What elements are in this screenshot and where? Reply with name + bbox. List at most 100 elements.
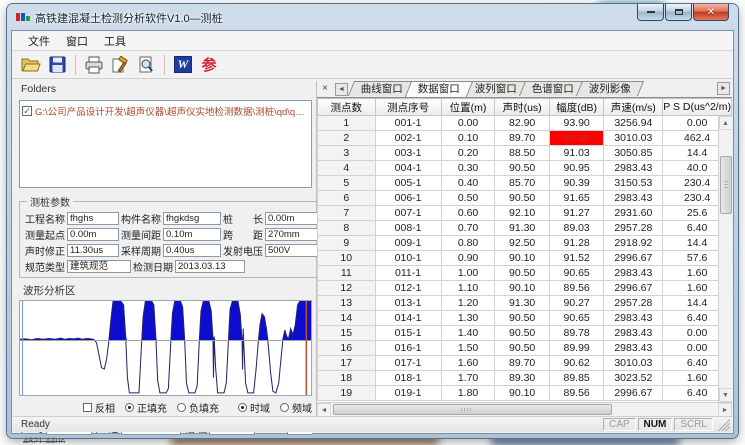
tab-数据窗口[interactable]: 数据窗口: [405, 81, 473, 97]
table-cell[interactable]: 88.50: [495, 146, 549, 161]
table-cell[interactable]: 3150.53: [604, 176, 663, 191]
table-cell[interactable]: 3010.03: [604, 131, 663, 146]
table-cell[interactable]: 2983.43: [604, 326, 663, 341]
table-cell[interactable]: 1.70: [441, 371, 495, 386]
param-value-field[interactable]: 0.10m: [163, 228, 221, 241]
table-cell[interactable]: 89.85: [549, 371, 604, 386]
table-cell[interactable]: 018-1: [375, 371, 441, 386]
table-cell[interactable]: 0.20: [441, 146, 495, 161]
table-row[interactable]: 1001-10.0082.9093.903256.940.00: [318, 116, 732, 131]
table-cell[interactable]: 003-1: [375, 146, 441, 161]
table-cell[interactable]: 91.30: [495, 221, 549, 236]
table-cell[interactable]: 2983.43: [604, 191, 663, 206]
table-cell[interactable]: 004-1: [375, 161, 441, 176]
table-row[interactable]: 5005-10.4085.7090.393150.53230.4: [318, 176, 732, 191]
table-row[interactable]: 10010-10.9090.1091.522996.6757.6: [318, 251, 732, 266]
param-value-field[interactable]: 270mm: [265, 228, 321, 241]
table-row[interactable]: 17017-11.6089.7090.623010.036.40: [318, 356, 732, 371]
process-button[interactable]: [107, 53, 133, 77]
table-cell[interactable]: 011-1: [375, 266, 441, 281]
word-export-button[interactable]: W: [170, 53, 196, 77]
table-cell[interactable]: 90.65: [549, 266, 604, 281]
horizontal-scroll-thumb[interactable]: [333, 404, 612, 415]
table-cell[interactable]: 1.20: [441, 296, 495, 311]
table-row[interactable]: 11011-11.0090.5090.652983.431.60: [318, 266, 732, 281]
table-cell[interactable]: 91.52: [549, 251, 604, 266]
radio-fill[interactable]: [177, 403, 186, 412]
table-row[interactable]: 4004-10.3090.5090.952983.4340.0: [318, 161, 732, 176]
table-cell[interactable]: 90.65: [549, 311, 604, 326]
table-cell[interactable]: 8: [318, 221, 376, 236]
table-cell[interactable]: 12: [318, 281, 376, 296]
table-row[interactable]: 15015-11.4090.5089.782983.430.00: [318, 326, 732, 341]
menu-item[interactable]: 文件: [20, 31, 58, 51]
table-cell[interactable]: 2957.28: [604, 221, 663, 236]
table-cell[interactable]: 0.70: [441, 221, 495, 236]
vertical-scrollbar[interactable]: ▲ ▼: [718, 116, 732, 402]
table-cell[interactable]: 007-1: [375, 206, 441, 221]
table-cell[interactable]: 017-1: [375, 356, 441, 371]
table-cell[interactable]: 92.50: [495, 236, 549, 251]
table-cell[interactable]: 1.50: [441, 341, 495, 356]
table-row[interactable]: 6006-10.5090.5091.652983.43230.4: [318, 191, 732, 206]
table-cell[interactable]: 89.56: [549, 386, 604, 401]
tab-波列影像[interactable]: 波列影像: [576, 81, 644, 96]
table-cell[interactable]: 82.90: [495, 116, 549, 131]
table-cell[interactable]: 90.39: [549, 176, 604, 191]
table-cell[interactable]: 015-1: [375, 326, 441, 341]
table-cell[interactable]: 0.50: [441, 191, 495, 206]
table-cell[interactable]: 90.50: [495, 191, 549, 206]
param-value-field[interactable]: 500V: [265, 244, 321, 257]
table-cell[interactable]: 89.70: [495, 356, 549, 371]
table-cell[interactable]: 90.10: [495, 251, 549, 266]
param-value-field[interactable]: fhgkdsg: [163, 212, 221, 225]
table-cell[interactable]: 90.50: [495, 266, 549, 281]
table-cell[interactable]: 86.80: [549, 131, 604, 146]
table-cell[interactable]: 006-1: [375, 191, 441, 206]
table-cell[interactable]: 2983.43: [604, 341, 663, 356]
vertical-scroll-thumb[interactable]: [720, 156, 732, 214]
table-cell[interactable]: 2931.60: [604, 206, 663, 221]
table-cell[interactable]: 0.60: [441, 206, 495, 221]
table-cell[interactable]: 2957.28: [604, 296, 663, 311]
table-cell[interactable]: 2996.67: [604, 251, 663, 266]
minimize-button[interactable]: [637, 4, 664, 21]
table-cell[interactable]: 90.27: [549, 296, 604, 311]
table-cell[interactable]: 010-1: [375, 251, 441, 266]
radio-domain[interactable]: [280, 403, 289, 412]
table-row[interactable]: 2002-10.1089.7086.803010.03462.4: [318, 131, 732, 146]
table-cell[interactable]: 17: [318, 356, 376, 371]
parameters-button[interactable]: 参: [196, 53, 222, 77]
table-cell[interactable]: 90.95: [549, 161, 604, 176]
table-cell[interactable]: 2: [318, 131, 376, 146]
param-value-field[interactable]: 0.00m: [67, 228, 119, 241]
table-cell[interactable]: 3023.52: [604, 371, 663, 386]
table-cell[interactable]: 005-1: [375, 176, 441, 191]
table-cell[interactable]: 9: [318, 236, 376, 251]
column-header[interactable]: 位置(m): [441, 99, 495, 116]
table-cell[interactable]: 008-1: [375, 221, 441, 236]
scroll-left-icon[interactable]: ◄: [317, 403, 331, 417]
table-row[interactable]: 9009-10.8092.5091.282918.9214.4: [318, 236, 732, 251]
table-cell[interactable]: 2983.43: [604, 311, 663, 326]
column-header[interactable]: 幅度(dB): [549, 99, 604, 116]
table-cell[interactable]: 1.60: [441, 356, 495, 371]
param-value-field[interactable]: 0.40us: [163, 244, 221, 257]
table-cell[interactable]: 89.30: [495, 371, 549, 386]
table-row[interactable]: 18018-11.7089.3089.853023.521.60: [318, 371, 732, 386]
table-cell[interactable]: 18: [318, 371, 376, 386]
column-header[interactable]: 声时(us): [495, 99, 549, 116]
table-cell[interactable]: 89.70: [495, 131, 549, 146]
table-cell[interactable]: 91.03: [549, 146, 604, 161]
table-row[interactable]: 14014-11.3090.5090.652983.436.40: [318, 311, 732, 326]
table-row[interactable]: 12012-11.1090.1089.562996.671.60: [318, 281, 732, 296]
table-cell[interactable]: 0.40: [441, 176, 495, 191]
table-row[interactable]: 13013-11.2091.3090.272957.2814.4: [318, 296, 732, 311]
param-value-field[interactable]: 2013.03.13: [175, 260, 245, 273]
print-button[interactable]: [81, 53, 107, 77]
close-button[interactable]: ✕: [693, 4, 729, 21]
table-cell[interactable]: 7: [318, 206, 376, 221]
table-cell[interactable]: 009-1: [375, 236, 441, 251]
tab-scroll-left-icon[interactable]: ◄: [335, 83, 348, 96]
scroll-down-icon[interactable]: ▼: [719, 388, 733, 402]
